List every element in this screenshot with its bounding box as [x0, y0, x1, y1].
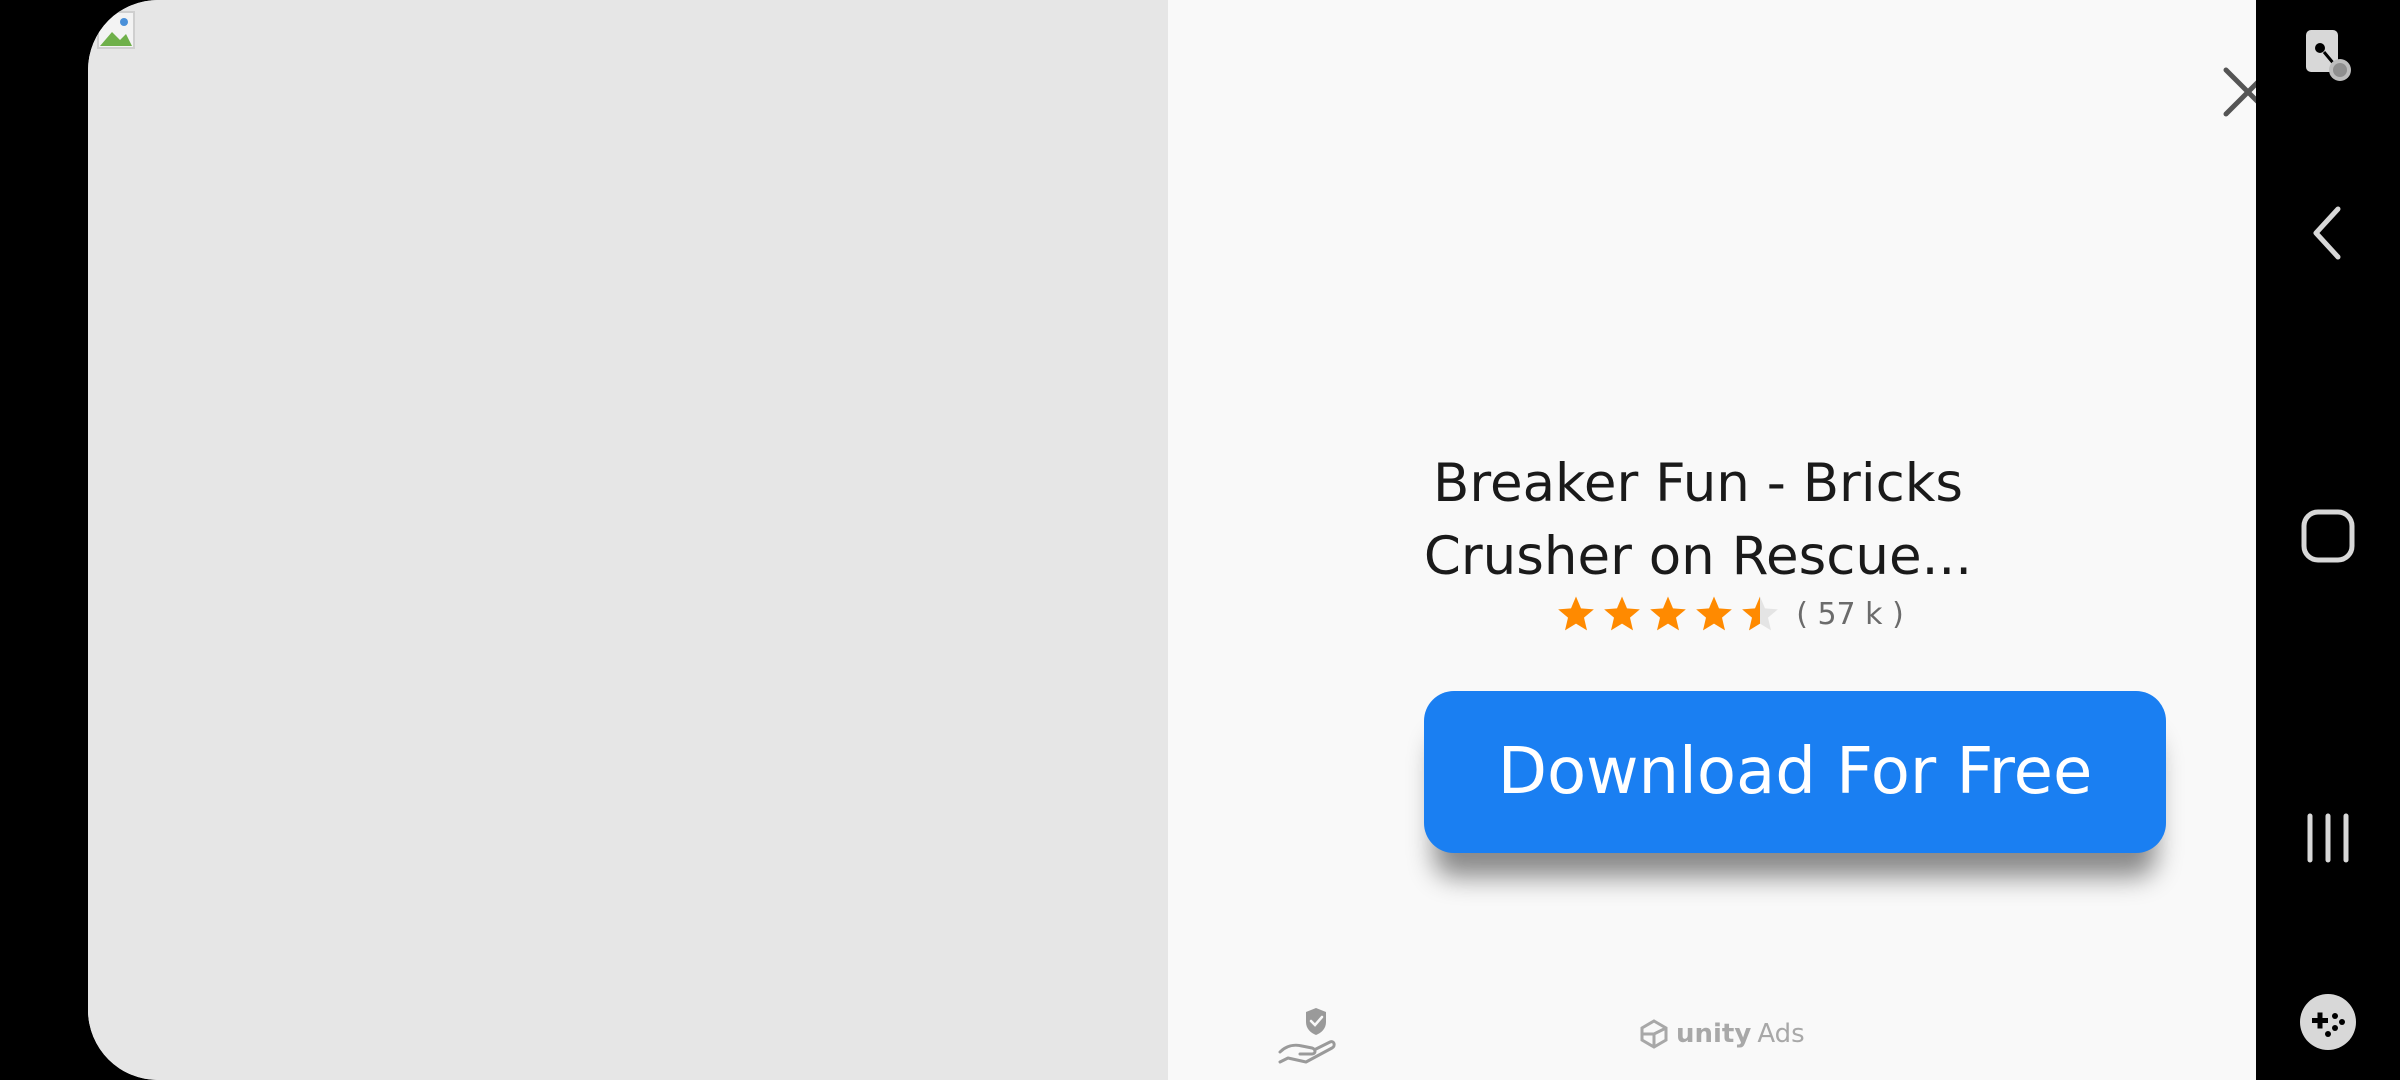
- close-icon[interactable]: [2218, 62, 2256, 122]
- game-controller-icon: [2300, 994, 2356, 1050]
- star-icon: [1558, 596, 1595, 631]
- ad-info-panel: Breaker Fun - Bricks Crusher on Rescue..…: [1168, 0, 2256, 1080]
- device-screen: Breaker Fun - Bricks Crusher on Rescue..…: [0, 0, 2400, 1080]
- back-chevron-icon: [2313, 206, 2341, 260]
- home-square-icon: [2301, 509, 2355, 563]
- recents-bars-icon: [2307, 813, 2349, 863]
- download-button[interactable]: Download For Free: [1424, 691, 2166, 853]
- app-title: Breaker Fun - Bricks Crusher on Rescue..…: [1423, 453, 1973, 587]
- privacy-shield-hand-icon[interactable]: [1276, 1004, 1340, 1068]
- nav-back-button[interactable]: [2256, 203, 2400, 263]
- rating-count: ( 57 k ): [1796, 596, 1904, 632]
- nav-home-button[interactable]: [2256, 508, 2400, 564]
- brand-suffix: Ads: [1757, 1019, 1805, 1049]
- android-navigation-bar: [2256, 0, 2400, 1080]
- star-icon: [1604, 596, 1641, 631]
- broken-image-icon: [97, 11, 135, 49]
- nav-screenshot-button[interactable]: [2256, 24, 2400, 88]
- nav-game-tools-button[interactable]: [2256, 992, 2400, 1052]
- star-icon: [1650, 596, 1687, 631]
- brand-name: unity: [1676, 1019, 1752, 1049]
- unity-ads-logo: unity Ads: [1638, 1018, 1805, 1050]
- app-rating: ( 57 k ): [1168, 594, 2256, 634]
- nav-recents-button[interactable]: [2256, 812, 2400, 864]
- interstitial-ad: Breaker Fun - Bricks Crusher on Rescue..…: [88, 0, 2256, 1080]
- half-star-icon: [1742, 596, 1779, 631]
- screen-capture-icon: [2306, 30, 2351, 81]
- rating-stars: [1556, 594, 1780, 634]
- ad-media-panel[interactable]: [88, 0, 1168, 1080]
- unity-logo-icon: [1640, 1019, 1668, 1049]
- star-icon: [1696, 596, 1733, 631]
